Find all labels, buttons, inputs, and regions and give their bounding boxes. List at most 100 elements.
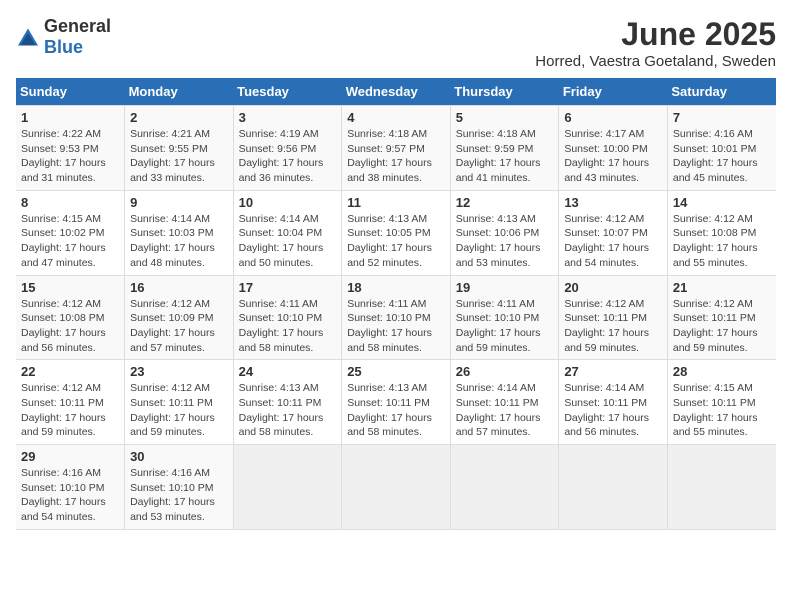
calendar-cell xyxy=(233,445,342,530)
calendar-body: 1 Sunrise: 4:22 AM Sunset: 9:53 PM Daylig… xyxy=(16,106,776,530)
header: General Blue June 2025 Horred, Vaestra G… xyxy=(16,16,776,70)
calendar-week-row: 29 Sunrise: 4:16 AM Sunset: 10:10 PM Dayl… xyxy=(16,445,776,530)
day-detail: Sunrise: 4:16 AM Sunset: 10:10 PM Daylig… xyxy=(21,467,106,523)
calendar-cell: 4 Sunrise: 4:18 AM Sunset: 9:57 PM Daylig… xyxy=(342,106,451,191)
day-number: 11 xyxy=(347,195,445,210)
calendar-cell: 23 Sunrise: 4:12 AM Sunset: 10:11 PM Dayl… xyxy=(125,360,234,445)
day-number: 6 xyxy=(564,110,662,125)
day-detail: Sunrise: 4:12 AM Sunset: 10:08 PM Daylig… xyxy=(21,298,106,354)
calendar-week-row: 22 Sunrise: 4:12 AM Sunset: 10:11 PM Dayl… xyxy=(16,360,776,445)
day-detail: Sunrise: 4:16 AM Sunset: 10:10 PM Daylig… xyxy=(130,467,215,523)
day-detail: Sunrise: 4:21 AM Sunset: 9:55 PM Dayligh… xyxy=(130,128,215,184)
calendar-cell xyxy=(667,445,776,530)
generalblue-logo-icon xyxy=(16,27,40,47)
day-detail: Sunrise: 4:17 AM Sunset: 10:00 PM Daylig… xyxy=(564,128,649,184)
calendar-cell: 28 Sunrise: 4:15 AM Sunset: 10:11 PM Dayl… xyxy=(667,360,776,445)
day-number: 30 xyxy=(130,449,228,464)
calendar-cell: 7Sunrise: 4:16 AM Sunset: 10:01 PM Dayli… xyxy=(667,106,776,191)
calendar-cell: 17 Sunrise: 4:11 AM Sunset: 10:10 PM Dayl… xyxy=(233,275,342,360)
day-detail: Sunrise: 4:12 AM Sunset: 10:11 PM Daylig… xyxy=(21,382,106,438)
day-number: 23 xyxy=(130,364,228,379)
calendar-cell: 9 Sunrise: 4:14 AM Sunset: 10:03 PM Dayli… xyxy=(125,190,234,275)
day-number: 1 xyxy=(21,110,119,125)
day-number: 19 xyxy=(456,280,554,295)
day-detail: Sunrise: 4:15 AM Sunset: 10:02 PM Daylig… xyxy=(21,213,106,269)
weekday-header-row: SundayMondayTuesdayWednesdayThursdayFrid… xyxy=(16,78,776,106)
calendar-week-row: 8Sunrise: 4:15 AM Sunset: 10:02 PM Dayli… xyxy=(16,190,776,275)
calendar-cell: 2 Sunrise: 4:21 AM Sunset: 9:55 PM Daylig… xyxy=(125,106,234,191)
calendar-cell: 22 Sunrise: 4:12 AM Sunset: 10:11 PM Dayl… xyxy=(16,360,125,445)
calendar-cell: 14Sunrise: 4:12 AM Sunset: 10:08 PM Dayl… xyxy=(667,190,776,275)
calendar-table: SundayMondayTuesdayWednesdayThursdayFrid… xyxy=(16,78,776,530)
day-number: 15 xyxy=(21,280,119,295)
calendar-cell xyxy=(450,445,559,530)
day-detail: Sunrise: 4:19 AM Sunset: 9:56 PM Dayligh… xyxy=(239,128,324,184)
calendar-cell xyxy=(342,445,451,530)
day-number: 26 xyxy=(456,364,554,379)
calendar-cell: 19Sunrise: 4:11 AM Sunset: 10:10 PM Dayl… xyxy=(450,275,559,360)
day-number: 27 xyxy=(564,364,662,379)
weekday-header-cell: Thursday xyxy=(450,78,559,106)
day-detail: Sunrise: 4:18 AM Sunset: 9:59 PM Dayligh… xyxy=(456,128,541,184)
calendar-cell: 15 Sunrise: 4:12 AM Sunset: 10:08 PM Dayl… xyxy=(16,275,125,360)
day-detail: Sunrise: 4:15 AM Sunset: 10:11 PM Daylig… xyxy=(673,382,758,438)
day-number: 12 xyxy=(456,195,554,210)
day-detail: Sunrise: 4:13 AM Sunset: 10:11 PM Daylig… xyxy=(347,382,432,438)
day-number: 14 xyxy=(673,195,771,210)
day-number: 24 xyxy=(239,364,337,379)
calendar-cell: 1 Sunrise: 4:22 AM Sunset: 9:53 PM Daylig… xyxy=(16,106,125,191)
calendar-cell: 30 Sunrise: 4:16 AM Sunset: 10:10 PM Dayl… xyxy=(125,445,234,530)
calendar-week-row: 15 Sunrise: 4:12 AM Sunset: 10:08 PM Dayl… xyxy=(16,275,776,360)
day-detail: Sunrise: 4:11 AM Sunset: 10:10 PM Daylig… xyxy=(239,298,324,354)
day-detail: Sunrise: 4:14 AM Sunset: 10:11 PM Daylig… xyxy=(564,382,649,438)
calendar-cell: 11 Sunrise: 4:13 AM Sunset: 10:05 PM Dayl… xyxy=(342,190,451,275)
day-detail: Sunrise: 4:13 AM Sunset: 10:11 PM Daylig… xyxy=(239,382,324,438)
calendar-cell: 10Sunrise: 4:14 AM Sunset: 10:04 PM Dayl… xyxy=(233,190,342,275)
day-number: 20 xyxy=(564,280,662,295)
day-number: 17 xyxy=(239,280,337,295)
calendar-cell xyxy=(559,445,668,530)
day-number: 25 xyxy=(347,364,445,379)
day-detail: Sunrise: 4:14 AM Sunset: 10:11 PM Daylig… xyxy=(456,382,541,438)
day-number: 29 xyxy=(21,449,119,464)
day-detail: Sunrise: 4:16 AM Sunset: 10:01 PM Daylig… xyxy=(673,128,758,184)
calendar-cell: 6 Sunrise: 4:17 AM Sunset: 10:00 PM Dayli… xyxy=(559,106,668,191)
day-number: 4 xyxy=(347,110,445,125)
day-detail: Sunrise: 4:13 AM Sunset: 10:05 PM Daylig… xyxy=(347,213,432,269)
main-title: June 2025 xyxy=(535,16,776,53)
calendar-cell: 25 Sunrise: 4:13 AM Sunset: 10:11 PM Dayl… xyxy=(342,360,451,445)
day-detail: Sunrise: 4:18 AM Sunset: 9:57 PM Dayligh… xyxy=(347,128,432,184)
subtitle: Horred, Vaestra Goetaland, Sweden xyxy=(535,53,776,70)
calendar-cell: 26 Sunrise: 4:14 AM Sunset: 10:11 PM Dayl… xyxy=(450,360,559,445)
calendar-cell: 8Sunrise: 4:15 AM Sunset: 10:02 PM Dayli… xyxy=(16,190,125,275)
calendar-cell: 24 Sunrise: 4:13 AM Sunset: 10:11 PM Dayl… xyxy=(233,360,342,445)
weekday-header-cell: Wednesday xyxy=(342,78,451,106)
day-detail: Sunrise: 4:12 AM Sunset: 10:11 PM Daylig… xyxy=(564,298,649,354)
calendar-cell: 13Sunrise: 4:12 AM Sunset: 10:07 PM Dayl… xyxy=(559,190,668,275)
day-number: 2 xyxy=(130,110,228,125)
day-number: 10 xyxy=(239,195,337,210)
day-number: 28 xyxy=(673,364,771,379)
calendar-week-row: 1 Sunrise: 4:22 AM Sunset: 9:53 PM Daylig… xyxy=(16,106,776,191)
title-area: June 2025 Horred, Vaestra Goetaland, Swe… xyxy=(535,16,776,70)
day-number: 18 xyxy=(347,280,445,295)
day-detail: Sunrise: 4:13 AM Sunset: 10:06 PM Daylig… xyxy=(456,213,541,269)
logo-text-general: General xyxy=(44,16,111,36)
day-number: 16 xyxy=(130,280,228,295)
day-detail: Sunrise: 4:12 AM Sunset: 10:11 PM Daylig… xyxy=(130,382,215,438)
weekday-header-cell: Tuesday xyxy=(233,78,342,106)
day-detail: Sunrise: 4:14 AM Sunset: 10:03 PM Daylig… xyxy=(130,213,215,269)
day-number: 22 xyxy=(21,364,119,379)
day-detail: Sunrise: 4:22 AM Sunset: 9:53 PM Dayligh… xyxy=(21,128,106,184)
weekday-header-cell: Sunday xyxy=(16,78,125,106)
calendar-cell: 16Sunrise: 4:12 AM Sunset: 10:09 PM Dayl… xyxy=(125,275,234,360)
weekday-header-cell: Saturday xyxy=(667,78,776,106)
calendar-cell: 5Sunrise: 4:18 AM Sunset: 9:59 PM Daylig… xyxy=(450,106,559,191)
day-detail: Sunrise: 4:12 AM Sunset: 10:11 PM Daylig… xyxy=(673,298,758,354)
day-number: 3 xyxy=(239,110,337,125)
calendar-cell: 20 Sunrise: 4:12 AM Sunset: 10:11 PM Dayl… xyxy=(559,275,668,360)
weekday-header-cell: Friday xyxy=(559,78,668,106)
calendar-cell: 18Sunrise: 4:11 AM Sunset: 10:10 PM Dayl… xyxy=(342,275,451,360)
day-number: 9 xyxy=(130,195,228,210)
calendar-cell: 12 Sunrise: 4:13 AM Sunset: 10:06 PM Dayl… xyxy=(450,190,559,275)
